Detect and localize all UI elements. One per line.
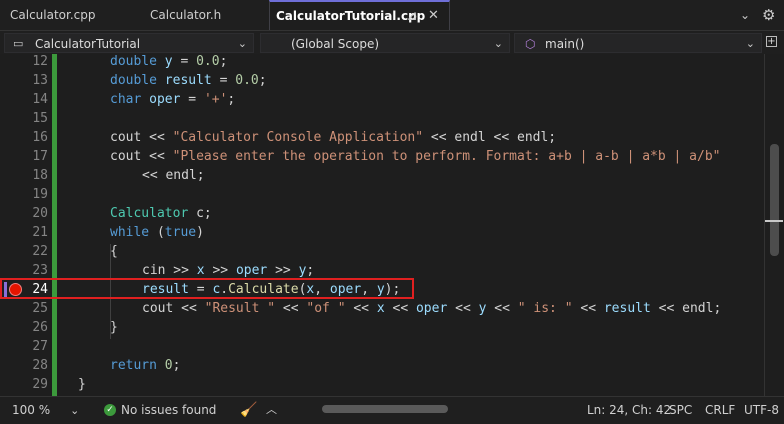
code-text: while (true) — [110, 225, 204, 240]
encoding-indicator[interactable]: UTF-8 — [744, 397, 779, 423]
line-number: 25 — [32, 301, 48, 316]
zoom-dropdown[interactable]: 100 % ⌄ — [12, 397, 79, 423]
chevron-down-icon: ⌄ — [745, 37, 755, 50]
check-circle-icon: ✓ — [104, 404, 116, 416]
code-line: 20 Calculator c; — [0, 204, 784, 223]
code-text: Calculator c; — [110, 206, 212, 221]
project-name: CalculatorTutorial — [35, 37, 141, 51]
code-line: 15 — [0, 109, 784, 128]
project-dropdown[interactable]: ▭ CalculatorTutorial ⌄ — [4, 33, 254, 53]
cube-icon: ⬡ — [525, 37, 536, 51]
code-text: return 0; — [110, 358, 181, 373]
line-number: 22 — [32, 244, 48, 259]
cursor-position[interactable]: Ln: 24, Ch: 42 — [587, 397, 671, 423]
tab-label: Calculator.h — [150, 8, 222, 22]
code-text: cout << "Please enter the operation to p… — [110, 149, 721, 164]
code-text: cout << "Calculator Console Application"… — [110, 130, 557, 145]
code-text: } — [110, 320, 118, 335]
tab-calculatortutorial-cpp[interactable]: CalculatorTutorial.cpp ⊿ ✕ — [269, 0, 450, 30]
line-number: 18 — [32, 168, 48, 183]
scrollbar-thumb[interactable] — [770, 144, 779, 256]
code-text: double result = 0.0; — [110, 73, 267, 88]
zoom-level: 100 % — [12, 403, 51, 417]
code-line: 25 cout << "Result " << "of " << x << op… — [0, 299, 784, 318]
code-line: 19 — [0, 185, 784, 204]
code-line: 16 cout << "Calculator Console Applicati… — [0, 128, 784, 147]
line-number: 21 — [32, 225, 48, 240]
vertical-scrollbar[interactable] — [764, 54, 784, 396]
code-line: 13 double result = 0.0; — [0, 71, 784, 90]
close-icon[interactable]: ✕ — [428, 1, 439, 31]
code-text: double y = 0.0; — [110, 54, 228, 69]
line-number: 16 — [32, 130, 48, 145]
tab-label: CalculatorTutorial.cpp — [276, 9, 426, 23]
horizontal-scrollbar[interactable] — [322, 405, 448, 413]
scope-dropdown[interactable]: (Global Scope) ⌄ — [260, 33, 510, 53]
code-text: } — [78, 377, 86, 392]
code-line: 27 — [0, 337, 784, 356]
broom-icon: 🧹 — [240, 402, 258, 418]
issues-text: No issues found — [121, 403, 217, 417]
code-line: 29 } — [0, 375, 784, 394]
code-text: { — [110, 244, 118, 259]
line-number: 15 — [32, 111, 48, 126]
tab-overflow-dropdown[interactable]: ⌄ — [740, 0, 750, 30]
chevron-down-icon: ⌄ — [493, 37, 503, 50]
code-line: 26 } — [0, 318, 784, 337]
chevron-down-icon: ⌄ — [237, 37, 247, 50]
chevron-down-icon: ⌄ — [740, 8, 751, 22]
whitespace-indicator[interactable]: SPC — [669, 397, 692, 423]
line-number: 13 — [32, 73, 48, 88]
line-number: 29 — [32, 377, 48, 392]
code-line: 21 while (true) — [0, 223, 784, 242]
line-number: 27 — [32, 339, 48, 354]
code-line: 12 double y = 0.0; — [0, 52, 784, 71]
code-cleanup-button[interactable]: 🧹 — [240, 397, 257, 423]
code-editor[interactable]: 12 double y = 0.0; 13 double result = 0.… — [0, 54, 784, 396]
expand-button[interactable]: ︿ — [266, 397, 277, 423]
code-line: 18 << endl; — [0, 166, 784, 185]
code-line: 17 cout << "Please enter the operation t… — [0, 147, 784, 166]
tab-calculator-cpp[interactable]: Calculator.cpp — [0, 0, 130, 30]
chevron-up-icon: ︿ — [266, 403, 277, 416]
scope-name: (Global Scope) — [291, 37, 380, 51]
scrollbar-caret-marker — [765, 220, 783, 222]
plus-icon: + — [767, 36, 776, 47]
gear-icon: ⚙ — [762, 6, 776, 24]
split-editor-button[interactable]: + — [766, 36, 777, 47]
project-icon: ▭ — [13, 37, 24, 50]
line-number: 14 — [32, 92, 48, 107]
code-text: cout << "Result " << "of " << x << oper … — [142, 301, 722, 316]
line-ending-indicator[interactable]: CRLF — [705, 397, 735, 423]
tab-calculator-h[interactable]: Calculator.h — [140, 0, 264, 30]
chevron-down-icon: ⌄ — [70, 404, 80, 417]
code-line: 28 return 0; — [0, 356, 784, 375]
line-number: 17 — [32, 149, 48, 164]
line-number: 12 — [32, 54, 48, 69]
tab-label: Calculator.cpp — [10, 8, 96, 22]
settings-button[interactable]: ⚙ — [762, 0, 775, 30]
member-name: main() — [545, 37, 585, 51]
line-number: 19 — [32, 187, 48, 202]
line-number: 28 — [32, 358, 48, 373]
highlight-box — [0, 278, 414, 299]
line-number: 26 — [32, 320, 48, 335]
member-dropdown[interactable]: ⬡ main() ⌄ — [514, 33, 762, 53]
code-text: << endl; — [142, 168, 205, 183]
pin-icon[interactable]: ⊿ — [407, 1, 417, 31]
code-line: 22 { — [0, 242, 784, 261]
code-text: char oper = '+'; — [110, 92, 236, 107]
line-number: 20 — [32, 206, 48, 221]
document-tab-bar: Calculator.cpp Calculator.h CalculatorTu… — [0, 0, 784, 30]
code-line: 14 char oper = '+'; — [0, 90, 784, 109]
status-bar: 100 % ⌄ ✓ No issues found 🧹 ︿ Ln: 24, Ch:… — [0, 396, 784, 423]
